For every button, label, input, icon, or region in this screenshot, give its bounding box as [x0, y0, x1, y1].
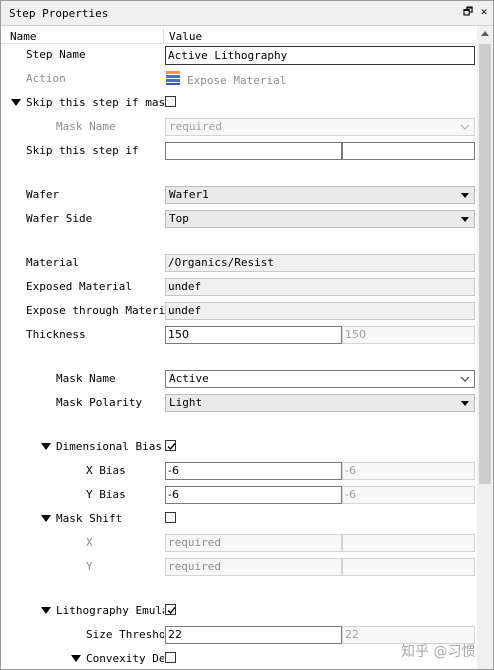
thickness-label: Thickness [26, 328, 86, 341]
stack-icon [166, 71, 180, 85]
collapse-arrow-icon[interactable] [11, 99, 21, 106]
convexity-label: Convexity Dep [86, 652, 164, 665]
mask-name-select[interactable]: Active [165, 370, 475, 388]
mask-name-top-label: Mask Name [56, 120, 116, 133]
expose-through-label: Expose through Material [26, 304, 179, 317]
x-bias-input[interactable]: -6 [165, 462, 342, 480]
exposed-material-field[interactable]: undef [165, 278, 475, 296]
wafer-side-label: Wafer Side [26, 212, 93, 225]
collapse-arrow-icon[interactable] [41, 607, 51, 614]
convexity-checkbox[interactable] [165, 652, 176, 663]
material-field[interactable]: /Organics/Resist [165, 254, 475, 272]
x-shift-input: required [165, 534, 342, 552]
step-name-label: Step Name [26, 48, 86, 61]
collapse-arrow-icon[interactable] [41, 443, 51, 450]
watermark: 知乎 @习惯 [401, 644, 476, 660]
litho-emulation-checkbox[interactable] [165, 604, 176, 615]
scroll-up-arrow-icon[interactable] [477, 26, 493, 42]
size-threshold-input[interactable]: 22 [165, 626, 342, 644]
mask-shift-checkbox[interactable] [165, 512, 176, 523]
y-bias-input[interactable]: -6 [165, 486, 342, 504]
x-bias-default: -6 [342, 462, 475, 480]
checkmark-icon [167, 443, 176, 451]
step-properties-panel: Step Properties 🗗 ✕ Name Value Step Name… [0, 0, 494, 670]
skip-if-mask-checkbox[interactable] [165, 96, 176, 107]
skip-if-label: Skip this step if [26, 144, 139, 157]
mask-shift-label: Mask Shift [56, 512, 123, 525]
scrollbar-thumb[interactable] [479, 44, 491, 484]
thickness-input[interactable]: 150 [165, 326, 342, 344]
skip-if-input-2[interactable] [342, 142, 475, 160]
mask-polarity-label: Mask Polarity [56, 396, 143, 409]
wafer-select[interactable]: Wafer1 [165, 186, 475, 204]
vertical-scrollbar[interactable] [477, 26, 493, 669]
mask-polarity-select[interactable]: Light [165, 394, 475, 412]
exposed-material-label: Exposed Material [26, 280, 132, 293]
checkmark-icon [167, 607, 176, 615]
y-shift-label: Y [86, 560, 93, 573]
chevron-down-icon [460, 376, 470, 382]
x-shift-label: X [86, 536, 93, 549]
x-shift-default [342, 534, 475, 552]
dimensional-bias-checkbox[interactable] [165, 440, 176, 451]
wafer-side-value: Top [169, 212, 189, 225]
skip-if-input-1[interactable] [165, 142, 342, 160]
mask-polarity-value: Light [169, 396, 203, 409]
wafer-side-select[interactable]: Top [165, 210, 475, 228]
litho-emulation-label: Lithography Emulat [56, 604, 164, 617]
dropdown-arrow-icon [461, 193, 469, 198]
x-bias-label: X Bias [86, 464, 126, 477]
mask-name-value: Active [169, 372, 209, 385]
mask-name-top-value: required [169, 120, 222, 133]
thickness-default: 150 [342, 326, 475, 344]
y-shift-input: required [165, 558, 342, 576]
y-bias-label: Y Bias [86, 488, 126, 501]
expose-through-field[interactable]: undef [165, 302, 475, 320]
collapse-arrow-icon[interactable] [71, 655, 81, 662]
wafer-label: Wafer [26, 188, 60, 201]
property-grid: Step Name Active Lithography Action Expo… [1, 1, 477, 669]
collapse-arrow-icon[interactable] [41, 515, 51, 522]
dimensional-bias-label: Dimensional Bias [56, 440, 162, 453]
wafer-value: Wafer1 [169, 188, 209, 201]
mask-name-top-select: required [165, 118, 475, 136]
step-name-input[interactable]: Active Lithography [165, 46, 475, 65]
mask-name-label: Mask Name [56, 372, 116, 385]
material-label: Material [26, 256, 79, 269]
y-bias-default: -6 [342, 486, 475, 504]
y-shift-default [342, 558, 475, 576]
chevron-down-icon [460, 124, 470, 130]
dropdown-arrow-icon [461, 401, 469, 406]
dropdown-arrow-icon [461, 217, 469, 222]
skip-if-mask-label: Skip this step if mask [26, 96, 172, 109]
size-threshold-label: Size Threshol [86, 628, 164, 641]
action-value: Expose Material [187, 74, 287, 87]
close-button[interactable]: ✕ [478, 6, 490, 18]
action-label: Action [26, 72, 66, 85]
